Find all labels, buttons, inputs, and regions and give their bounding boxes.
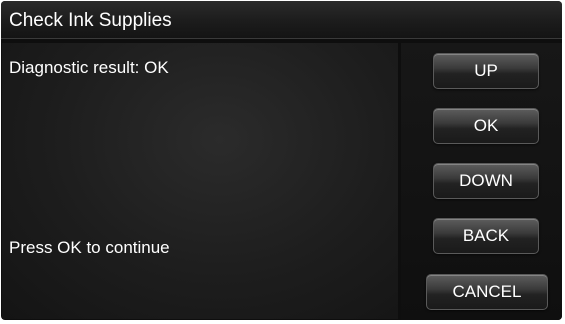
page-title: Check Ink Supplies	[9, 10, 172, 31]
printer-display: Check Ink Supplies	[1, 1, 562, 320]
continue-prompt-text: Press OK to continue	[9, 238, 170, 257]
back-button[interactable]: BACK	[433, 218, 539, 254]
title-bar: Check Ink Supplies	[1, 1, 562, 39]
diagnostic-result-text: Diagnostic result: OK	[9, 58, 169, 77]
up-button[interactable]: UP	[433, 53, 539, 89]
ok-button[interactable]: OK	[433, 108, 539, 144]
message-panel	[2, 43, 398, 319]
cancel-button[interactable]: CANCEL	[426, 274, 548, 310]
down-button[interactable]: DOWN	[433, 163, 539, 199]
